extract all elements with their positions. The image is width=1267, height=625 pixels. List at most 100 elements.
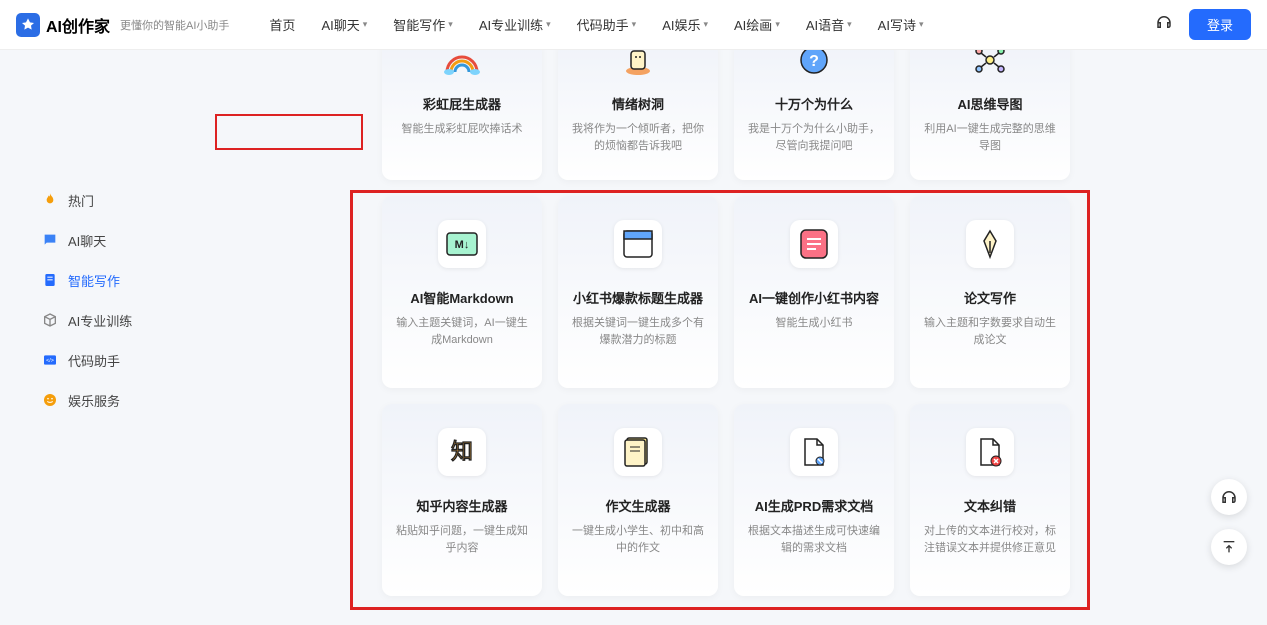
login-button[interactable]: 登录	[1189, 9, 1251, 40]
main: 热门 AI聊天 智能写作 AI专业训练 </> 代码助手 娱乐服务 彩虹屁生成器	[0, 50, 1267, 625]
chevron-down-icon: ▾	[775, 19, 780, 30]
sidebar-item-chat[interactable]: AI聊天	[0, 220, 230, 260]
chevron-down-icon: ▾	[448, 19, 453, 30]
card-xhs-title[interactable]: 小红书爆款标题生成器 根据关键词一键生成多个有爆款潜力的标题	[558, 196, 718, 388]
card-title: 论文写作	[964, 288, 1016, 307]
support-icon[interactable]	[1155, 13, 1173, 36]
sidebar-item-entertain[interactable]: 娱乐服务	[0, 380, 230, 420]
chevron-down-icon: ▾	[363, 19, 368, 30]
card-desc: 根据关键词一键生成多个有爆款潜力的标题	[572, 315, 704, 348]
card-desc: 利用AI一键生成完整的思维导图	[924, 121, 1056, 154]
card-title: AI一键创作小红书内容	[749, 288, 879, 307]
card-emotion[interactable]: 情绪树洞 我将作为一个倾听者，把你的烦恼都告诉我吧	[558, 50, 718, 180]
card-title: 作文生成器	[605, 496, 670, 515]
fire-icon	[42, 192, 58, 208]
card-desc: 输入主题关键词，AI一键生成Markdown	[396, 315, 528, 348]
nav-entertain[interactable]: AI娱乐▾	[662, 15, 708, 34]
rainbow-icon	[438, 50, 486, 84]
window-icon	[614, 220, 662, 268]
card-essay[interactable]: 作文生成器 一键生成小学生、初中和高中的作文	[558, 404, 718, 596]
nav-writing[interactable]: 智能写作▾	[393, 15, 453, 34]
nav-training[interactable]: AI专业训练▾	[479, 15, 551, 34]
sidebar-item-label: AI专业训练	[68, 311, 132, 330]
card-rainbow[interactable]: 彩虹屁生成器 智能生成彩虹屁吹捧话术	[382, 50, 542, 180]
zhihu-icon: 知	[438, 428, 486, 476]
chevron-down-icon: ▾	[546, 19, 551, 30]
smile-icon	[42, 392, 58, 408]
nav-voice[interactable]: AI语音▾	[806, 15, 852, 34]
pen-icon	[966, 220, 1014, 268]
card-row-mid: M↓ AI智能Markdown 输入主题关键词，AI一键生成Markdown 小…	[382, 196, 1247, 388]
nav-code[interactable]: 代码助手▾	[577, 15, 637, 34]
tree-icon	[614, 50, 662, 84]
sidebar-item-code[interactable]: </> 代码助手	[0, 340, 230, 380]
card-title: AI智能Markdown	[410, 288, 513, 307]
content: 彩虹屁生成器 智能生成彩虹屁吹捧话术 情绪树洞 我将作为一个倾听者，把你的烦恼都…	[230, 50, 1267, 625]
card-prd[interactable]: AI生成PRD需求文档 根据文本描述生成可快速编辑的需求文档	[734, 404, 894, 596]
sidebar-item-label: AI聊天	[68, 231, 106, 250]
float-buttons	[1211, 479, 1247, 565]
card-markdown[interactable]: M↓ AI智能Markdown 输入主题关键词，AI一键生成Markdown	[382, 196, 542, 388]
tagline: 更懂你的智能AI小助手	[120, 17, 229, 33]
card-title: 小红书爆款标题生成器	[573, 288, 703, 307]
sidebar-item-label: 娱乐服务	[68, 391, 120, 410]
sidebar-item-training[interactable]: AI专业训练	[0, 300, 230, 340]
card-desc: 智能生成彩虹屁吹捧话术	[402, 121, 523, 138]
card-title: 情绪树洞	[612, 94, 664, 113]
prd-icon	[790, 428, 838, 476]
chevron-down-icon: ▾	[919, 19, 924, 30]
card-title: 十万个为什么	[775, 94, 853, 113]
logo-text: AI创作家	[46, 13, 110, 37]
card-desc: 我将作为一个倾听者，把你的烦恼都告诉我吧	[572, 121, 704, 154]
chevron-down-icon: ▾	[632, 19, 637, 30]
card-desc: 我是十万个为什么小助手，尽管向我提问吧	[748, 121, 880, 154]
nav-chat[interactable]: AI聊天▾	[321, 15, 367, 34]
chevron-down-icon: ▾	[847, 19, 852, 30]
card-mindmap[interactable]: AI思维导图 利用AI一键生成完整的思维导图	[910, 50, 1070, 180]
card-title: AI生成PRD需求文档	[755, 496, 873, 515]
logo[interactable]: AI创作家	[16, 13, 110, 37]
code-icon: </>	[42, 352, 58, 368]
card-xhs-content[interactable]: AI一键创作小红书内容 智能生成小红书	[734, 196, 894, 388]
card-title: 文本纠错	[964, 496, 1016, 515]
nav-draw[interactable]: AI绘画▾	[734, 15, 780, 34]
card-row-top: 彩虹屁生成器 智能生成彩虹屁吹捧话术 情绪树洞 我将作为一个倾听者，把你的烦恼都…	[382, 50, 1247, 180]
correct-icon	[966, 428, 1014, 476]
card-title: 知乎内容生成器	[416, 496, 507, 515]
card-title: AI思维导图	[957, 94, 1022, 113]
card-title: 彩虹屁生成器	[423, 94, 501, 113]
header: AI创作家 更懂你的智能AI小助手 首页 AI聊天▾ 智能写作▾ AI专业训练▾…	[0, 0, 1267, 50]
back-to-top-button[interactable]	[1211, 529, 1247, 565]
card-zhihu[interactable]: 知 知乎内容生成器 粘贴知乎问题，一键生成知乎内容	[382, 404, 542, 596]
chevron-down-icon: ▾	[703, 19, 708, 30]
svg-text:知: 知	[451, 439, 473, 464]
header-right: 登录	[1155, 9, 1251, 40]
nav-home[interactable]: 首页	[269, 15, 295, 34]
card-why[interactable]: ? 十万个为什么 我是十万个为什么小助手，尽管向我提问吧	[734, 50, 894, 180]
card-desc: 根据文本描述生成可快速编辑的需求文档	[748, 523, 880, 556]
sidebar-item-hot[interactable]: 热门	[0, 180, 230, 220]
card-desc: 输入主题和字数要求自动生成论文	[924, 315, 1056, 348]
logo-icon	[16, 13, 40, 37]
card-correct[interactable]: 文本纠错 对上传的文本进行校对，标注错误文本并提供修正意见	[910, 404, 1070, 596]
svg-text:</>: </>	[46, 358, 54, 364]
sidebar-item-writing[interactable]: 智能写作	[0, 260, 230, 300]
card-desc: 对上传的文本进行校对，标注错误文本并提供修正意见	[924, 523, 1056, 556]
card-thesis[interactable]: 论文写作 输入主题和字数要求自动生成论文	[910, 196, 1070, 388]
nav-poem[interactable]: AI写诗▾	[878, 15, 924, 34]
note-icon	[790, 220, 838, 268]
mindmap-icon	[966, 50, 1014, 84]
cube-icon	[42, 312, 58, 328]
svg-text:?: ?	[809, 53, 819, 70]
question-icon: ?	[790, 50, 838, 84]
card-desc: 一键生成小学生、初中和高中的作文	[572, 523, 704, 556]
sidebar-item-label: 代码助手	[68, 351, 120, 370]
sidebar-item-label: 智能写作	[68, 271, 120, 290]
card-desc: 粘贴知乎问题，一键生成知乎内容	[396, 523, 528, 556]
sidebar: 热门 AI聊天 智能写作 AI专业训练 </> 代码助手 娱乐服务	[0, 170, 230, 625]
support-float-button[interactable]	[1211, 479, 1247, 515]
chat-icon	[42, 232, 58, 248]
markdown-icon: M↓	[438, 220, 486, 268]
sidebar-item-label: 热门	[68, 191, 94, 210]
svg-text:M↓: M↓	[455, 239, 470, 251]
